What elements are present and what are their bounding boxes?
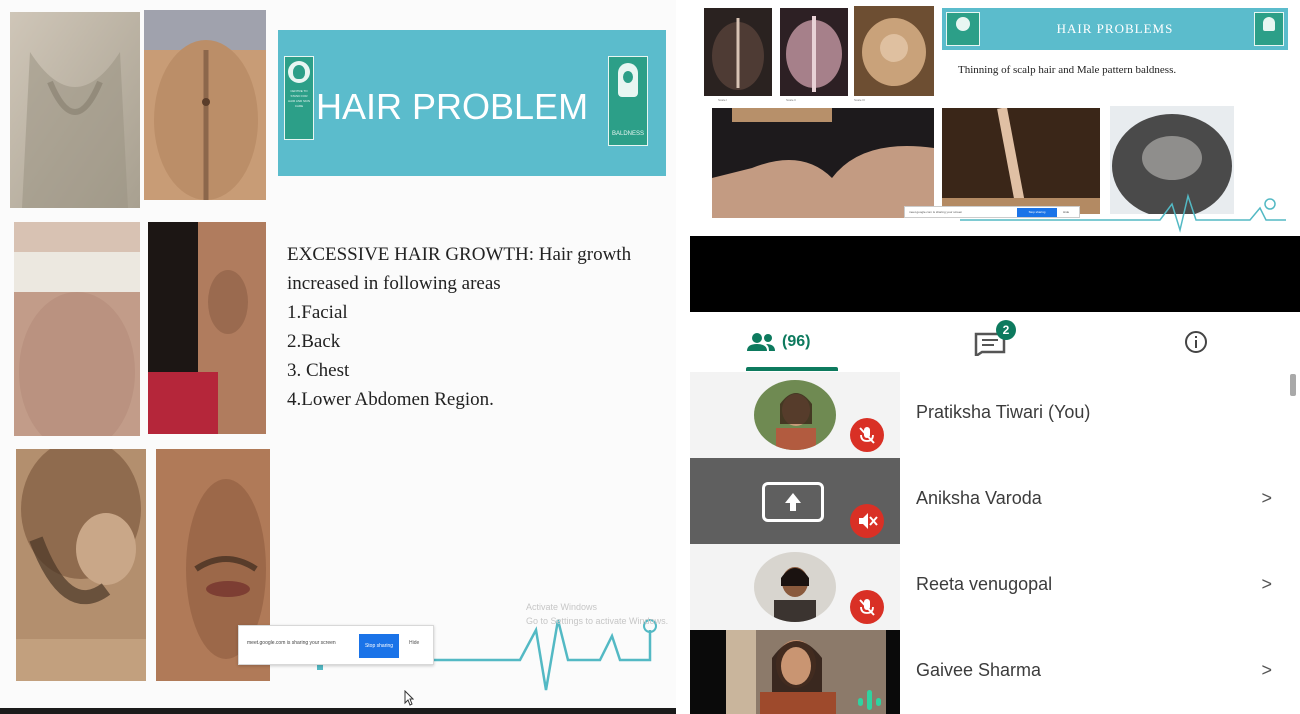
mini-slide-title: HAIR PROBLEMS — [1056, 21, 1174, 36]
participant-row[interactable]: Aniksha Varoda > — [690, 458, 1300, 544]
slide-heading: EXCESSIVE HAIR GROWTH: Hair growth incre… — [287, 244, 632, 294]
participant-row[interactable]: Pratiksha Tiwari (You) — [690, 372, 1300, 458]
chevron-right-icon[interactable]: > — [1261, 574, 1272, 595]
photo-chest-hair — [10, 12, 140, 208]
mic-off-icon — [850, 418, 884, 452]
info-icon — [1185, 331, 1207, 353]
participant-tile — [690, 544, 900, 630]
receding-hairline-photo — [712, 108, 934, 218]
photo-abdomen-hair — [144, 10, 266, 200]
chevron-right-icon[interactable]: > — [1261, 488, 1272, 509]
scrollbar[interactable] — [1290, 374, 1296, 396]
slide-title: HAIR PROBLEM — [316, 86, 589, 127]
tab-chat[interactable]: 2 — [974, 312, 1034, 372]
stop-sharing-button[interactable]: Stop sharing — [359, 634, 399, 658]
scale-labels: Scale I Scale II Scale III — [718, 98, 865, 102]
slide-title-banner: CENTRE TO STAND FOR HAIR AND SKIN CARE H… — [278, 30, 666, 176]
scalp-photo — [780, 8, 848, 96]
mic-off-icon — [850, 504, 884, 538]
photo-beard-chin — [16, 449, 146, 681]
mini-slide-banner: HAIR PROBLEMS — [942, 8, 1288, 50]
mouse-cursor-icon — [404, 690, 414, 706]
avatar — [754, 552, 836, 622]
people-count: (96) — [782, 333, 811, 350]
scalp-photo — [704, 8, 772, 96]
participant-row[interactable]: Gaivee Sharma > — [690, 630, 1300, 714]
mini-slide-subtitle: Thinning of scalp hair and Male pattern … — [958, 64, 1177, 76]
shared-slide-thumbnail: Scale I Scale II Scale III HAIR PROBLEMS T… — [690, 0, 1300, 236]
presenting-icon — [762, 482, 824, 522]
screen-share-notification: meet.google.com is sharing your screen S… — [238, 625, 434, 665]
screen-share-notification: meet.google.com is sharing your screen S… — [904, 206, 1080, 218]
video-letterbox — [690, 236, 1300, 312]
participant-list: Pratiksha Tiwari (You) Aniksha Varoda > — [690, 372, 1300, 714]
hide-button[interactable]: Hide — [409, 640, 419, 646]
participant-name: Pratiksha Tiwari (You) — [916, 402, 1091, 422]
scalp-photo — [854, 6, 934, 96]
share-message: meet.google.com is sharing your screen — [247, 640, 336, 646]
people-icon — [747, 333, 775, 351]
participant-tile — [690, 458, 900, 544]
participant-video-tile — [690, 630, 900, 714]
screenshot-root: CENTRE TO STAND FOR HAIR AND SKIN CARE H… — [0, 0, 1300, 714]
meet-tabs: (96) 2 — [690, 312, 1300, 372]
clinic-logo: CENTRE TO STAND FOR HAIR AND SKIN CARE — [284, 56, 314, 140]
participant-tile — [690, 372, 900, 458]
slide-list-item: 3. Chest — [287, 360, 350, 381]
active-tab-indicator — [746, 367, 838, 371]
photo-facial-side-hair — [148, 222, 266, 434]
slide-body-text: EXCESSIVE HAIR GROWTH: Hair growth incre… — [287, 240, 672, 414]
tab-info[interactable] — [1184, 312, 1214, 372]
bottom-border — [0, 708, 676, 714]
chevron-right-icon[interactable]: > — [1261, 660, 1272, 681]
shared-slide-left: CENTRE TO STAND FOR HAIR AND SKIN CARE H… — [0, 0, 676, 714]
participant-name: Gaivee Sharma — [916, 660, 1042, 680]
meet-mobile-panel: Scale I Scale II Scale III HAIR PROBLEMS T… — [690, 0, 1300, 714]
participant-row[interactable]: Reeta venugopal > — [690, 544, 1300, 630]
hide-button[interactable]: Hide — [1063, 210, 1069, 214]
avatar — [754, 380, 836, 450]
mic-off-icon — [850, 590, 884, 624]
activate-windows-watermark: Activate Windows Go to Settings to activ… — [526, 602, 669, 626]
speaking-indicator-icon — [858, 690, 881, 710]
stop-sharing-button[interactable]: Stop sharing — [1017, 208, 1057, 217]
photo-back-hair — [14, 222, 140, 436]
slide-list-item: 4.Lower Abdomen Region. — [287, 389, 494, 410]
participant-name: Reeta venugopal — [916, 574, 1053, 594]
slide-list-item: 1.Facial — [287, 302, 348, 323]
baldness-logo — [1254, 12, 1284, 46]
baldness-logo: BALDNESS — [608, 56, 648, 146]
chat-unread-badge: 2 — [996, 320, 1016, 340]
participant-name: Aniksha Varoda — [916, 488, 1042, 508]
slide-list-item: 2.Back — [287, 331, 341, 352]
tab-people[interactable]: (96) — [746, 312, 838, 372]
